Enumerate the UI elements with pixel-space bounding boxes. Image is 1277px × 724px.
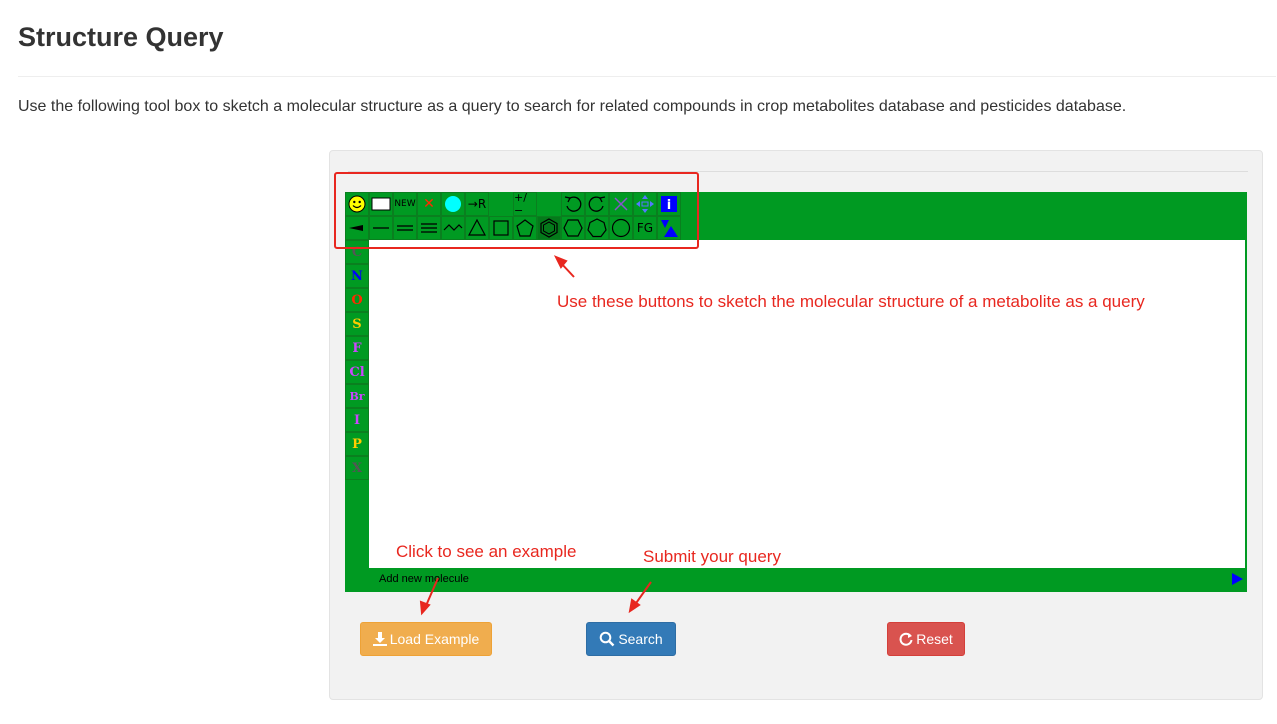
- refresh-icon: [899, 632, 913, 646]
- submit-annotation: Submit your query: [643, 547, 781, 566]
- load-example-button[interactable]: Load Example: [360, 622, 492, 656]
- page-title: Structure Query: [18, 22, 224, 52]
- search-label: Search: [618, 631, 663, 647]
- load-example-label: Load Example: [389, 631, 480, 647]
- play-arrow-icon[interactable]: [1232, 573, 1243, 585]
- element-button[interactable]: Br: [345, 384, 369, 408]
- element-button[interactable]: F: [345, 336, 369, 360]
- element-button[interactable]: I: [345, 408, 369, 432]
- toolbar-annotation: Use these buttons to sketch the molecula…: [557, 292, 1145, 311]
- status-text: Add new molecule: [379, 573, 469, 585]
- toolbar-highlight-box: [334, 172, 699, 249]
- title-divider: [18, 76, 1276, 77]
- reset-button[interactable]: Reset: [887, 622, 965, 656]
- element-button[interactable]: S: [345, 312, 369, 336]
- element-button[interactable]: X: [345, 456, 369, 480]
- element-button[interactable]: O: [345, 288, 369, 312]
- search-icon: [600, 631, 615, 647]
- intro-text: Use the following tool box to sketch a m…: [18, 98, 1127, 115]
- structure-editor: NEW ✕ →R +/− i FG C N O S F Cl Br I P X …: [345, 191, 1247, 592]
- download-icon: [372, 632, 387, 646]
- reset-label: Reset: [916, 631, 953, 647]
- element-button[interactable]: P: [345, 432, 369, 456]
- example-annotation: Click to see an example: [396, 542, 577, 561]
- element-toolbar: C N O S F Cl Br I P X: [345, 240, 369, 480]
- element-button[interactable]: N: [345, 264, 369, 288]
- element-button[interactable]: Cl: [345, 360, 369, 384]
- drawing-canvas[interactable]: [369, 240, 1245, 568]
- search-button[interactable]: Search: [586, 622, 676, 656]
